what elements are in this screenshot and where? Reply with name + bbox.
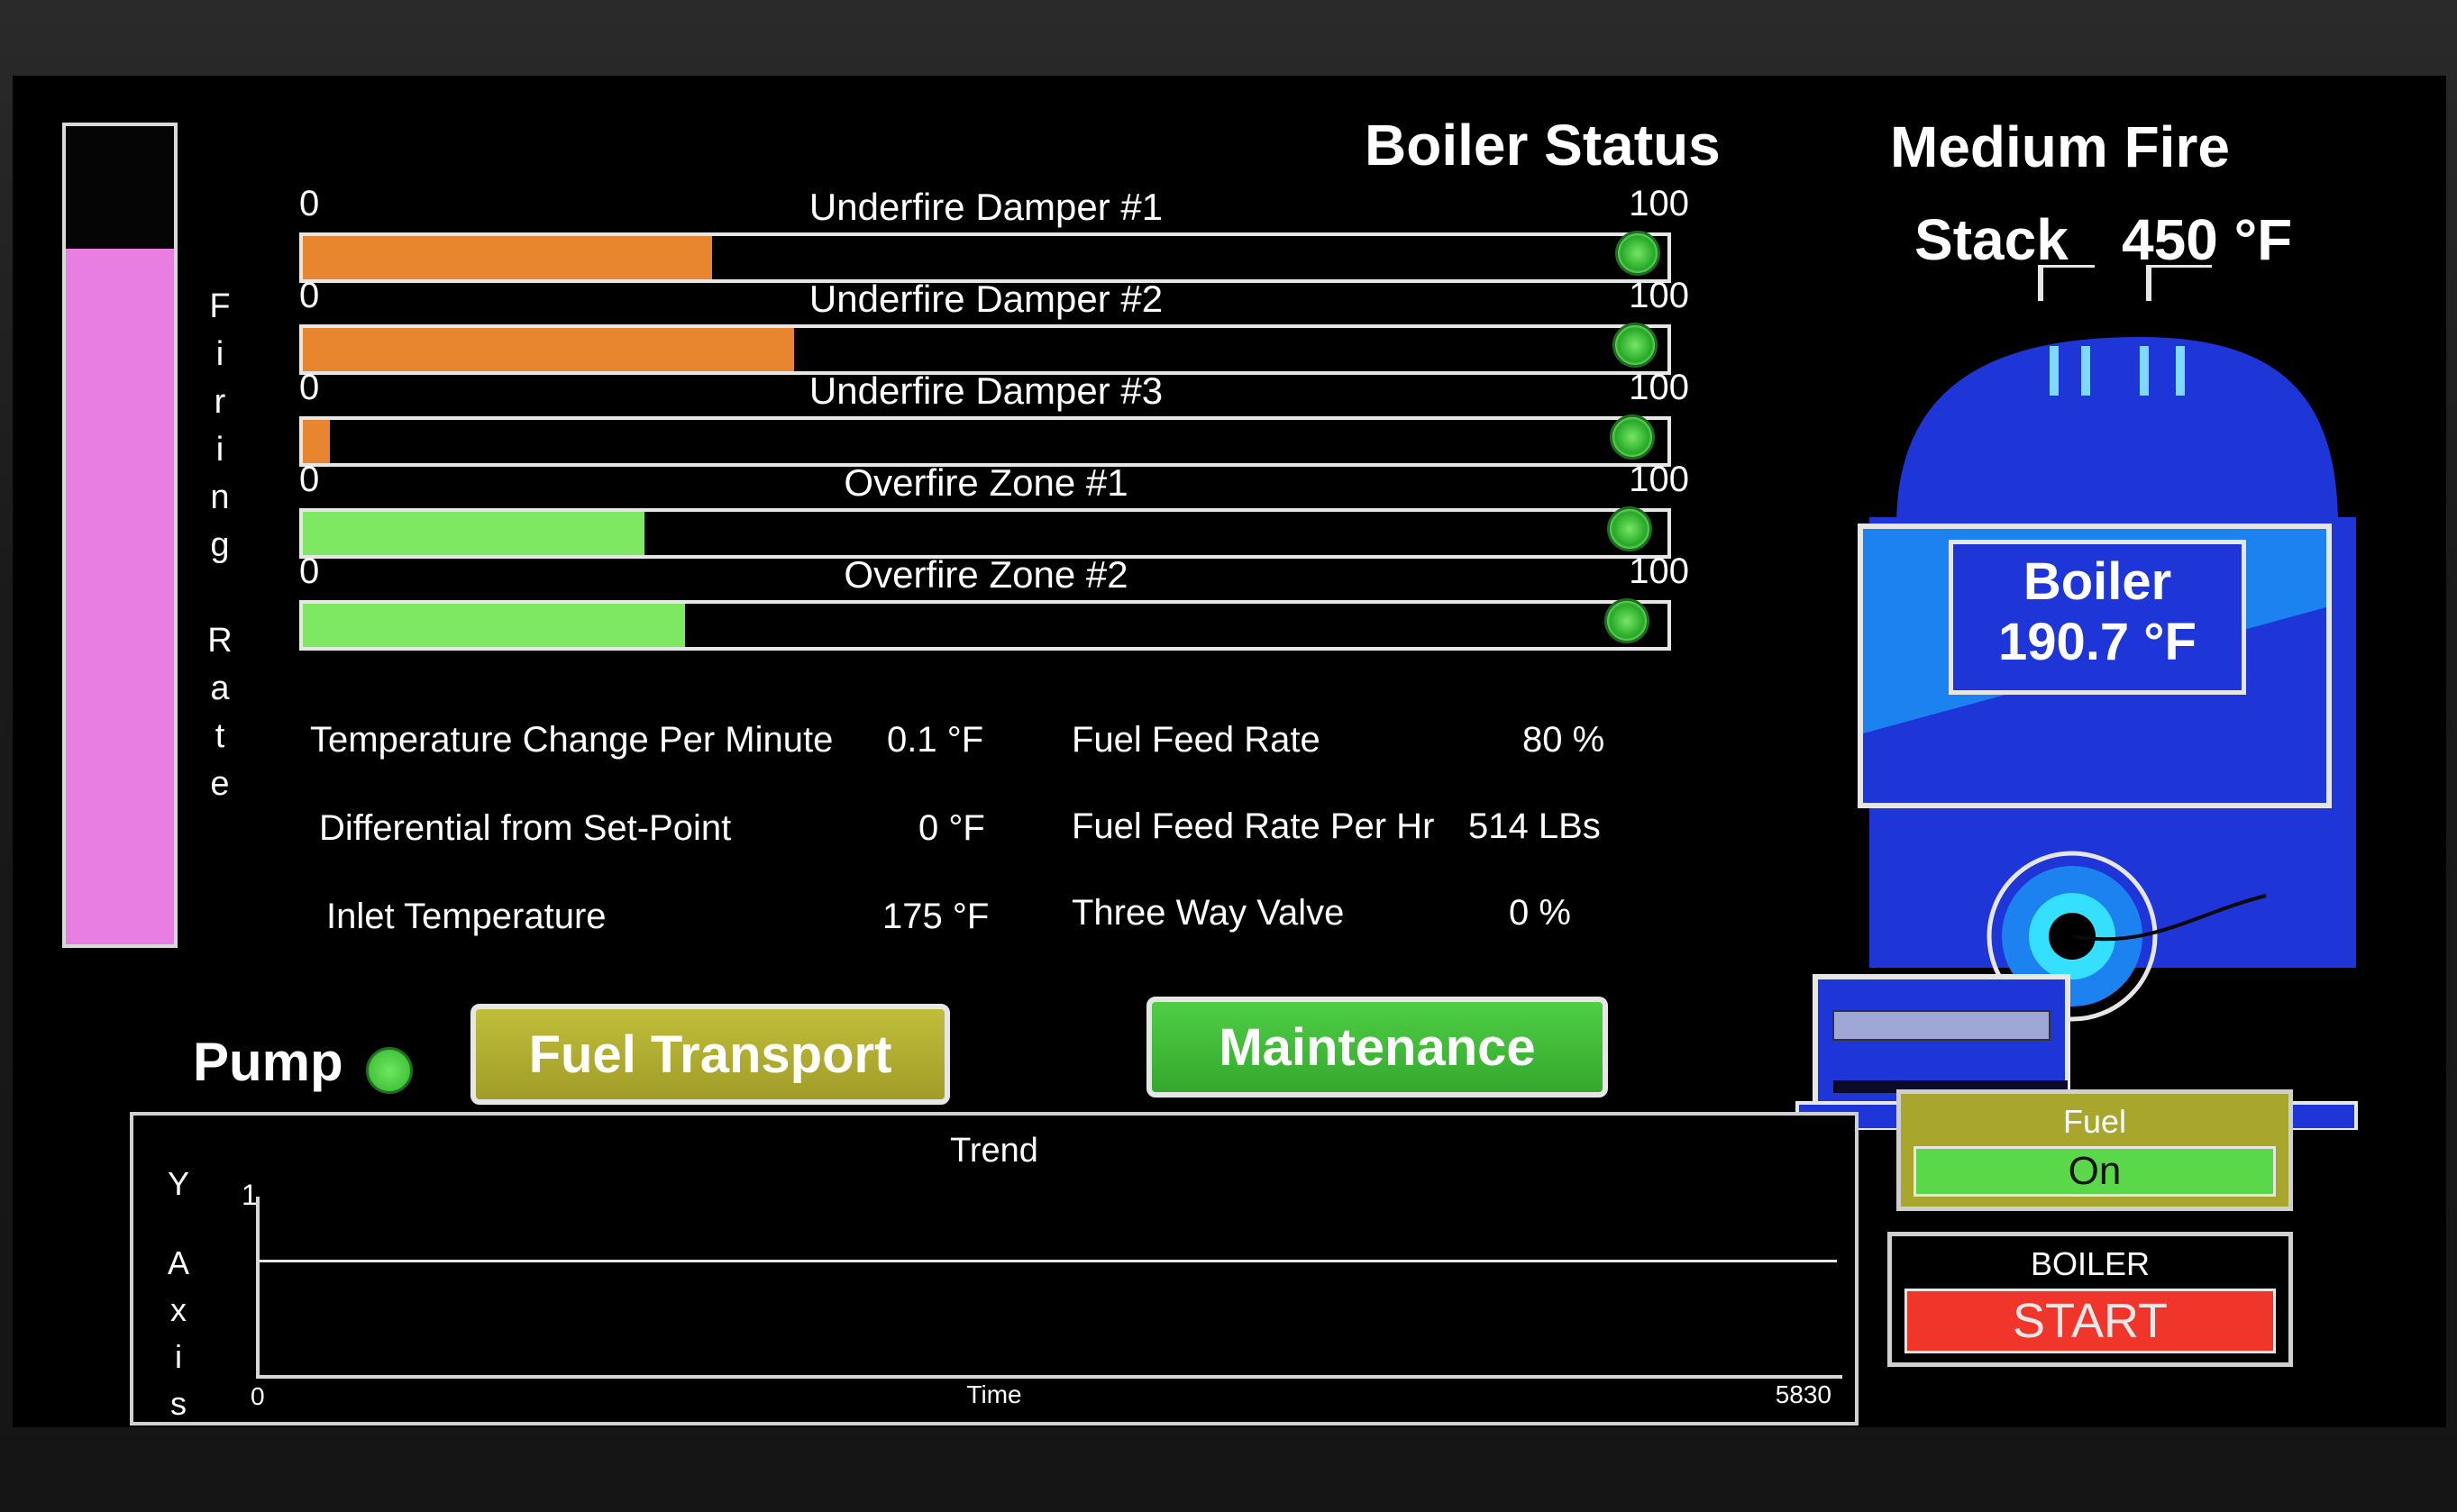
pump-status-icon [366, 1047, 413, 1094]
firing-rate-letter: F [209, 287, 231, 325]
trend-chart: Trend Y A x i s 1 0 Time 5830 [130, 1112, 1859, 1425]
stat-value: 0.1 °F [887, 720, 984, 760]
boiler-dome [1896, 337, 2338, 526]
y-axis-letter: i [175, 1338, 182, 1375]
y-axis-letter: x [170, 1291, 187, 1328]
stack-pipe-icon [2146, 265, 2212, 301]
stat-value: 175 °F [882, 897, 990, 936]
damper-max: 100 [1629, 368, 1689, 407]
trend-x-end: 5830 [1775, 1380, 1831, 1408]
damper-bar [299, 600, 1671, 651]
trend-series-line [260, 1260, 1837, 1262]
damper-bar-fill [303, 512, 644, 555]
stat-label: Differential from Set-Point [319, 808, 732, 848]
boiler-control: BOILER START [1887, 1232, 2293, 1367]
y-axis-letter: Y [167, 1165, 189, 1202]
status-led-icon [1615, 231, 1660, 276]
damper-label: Overfire Zone #2 [844, 553, 1128, 596]
trend-x-label: Time [966, 1380, 1022, 1408]
y-axis-letter: A [167, 1244, 189, 1281]
firing-rate-gauge [62, 123, 178, 948]
boiler-label: Boiler [2023, 552, 2172, 611]
damper-label: Underfire Damper #3 [808, 369, 1164, 412]
stat-value: 0 % [1509, 893, 1571, 933]
damper-max: 100 [1629, 460, 1689, 499]
stat-value: 514 LBs [1468, 806, 1601, 846]
damper-label: Underfire Damper #1 [808, 186, 1164, 228]
trend-title: Trend [950, 1132, 1038, 1170]
maintenance-button[interactable]: Maintenance [1146, 997, 1608, 1098]
damper-bar-fill [303, 420, 331, 463]
fuel-control-label: Fuel [2062, 1103, 2127, 1140]
firing-rate-letter: R [207, 622, 233, 660]
boiler-graphic [1795, 265, 2358, 1130]
damper-row: 0 Underfire Damper #1 100 [283, 184, 1689, 283]
stack-temp-value: 450 °F [2122, 207, 2293, 272]
damper-row: 0 Underfire Damper #2 100 [283, 276, 1689, 375]
firing-rate-label: F i r i n g R a t e [193, 283, 247, 808]
firing-rate-fill [66, 249, 174, 944]
damper-row: 0 Overfire Zone #2 100 [283, 551, 1689, 651]
damper-max: 100 [1629, 551, 1689, 591]
damper-bar-fill [303, 236, 713, 279]
damper-bar-fill [303, 604, 685, 647]
stat-label: Fuel Feed Rate [1072, 720, 1320, 760]
trend-y-axis [256, 1197, 260, 1377]
boiler-temp-box: Boiler 190.7 °F [1949, 540, 2246, 695]
status-led-icon [1604, 598, 1649, 643]
stat-label: Three Way Valve [1072, 893, 1345, 933]
stat-label: Fuel Feed Rate Per Hr [1072, 806, 1435, 846]
damper-label: Overfire Zone #1 [844, 461, 1128, 504]
fuel-transport-button[interactable]: Fuel Transport [470, 1004, 950, 1105]
damper-row: 0 Underfire Damper #3 100 [283, 368, 1689, 467]
fire-mode-label: Medium Fire [1890, 114, 2230, 179]
firing-rate-letter: r [214, 383, 226, 421]
stack-pipe-icon [2038, 265, 2095, 301]
fuel-control: Fuel On [1896, 1089, 2293, 1211]
page-title: Boiler Status [1365, 113, 1721, 178]
status-led-icon [1607, 506, 1652, 551]
firing-rate-gap [193, 569, 247, 617]
trend-x-axis [256, 1375, 1842, 1379]
status-led-icon [1610, 414, 1655, 460]
hopper-window [1832, 1010, 2051, 1041]
firing-rate-letter: a [210, 669, 230, 707]
status-led-icon [1612, 323, 1658, 368]
stat-value: 80 % [1522, 720, 1605, 760]
fuel-on-toggle[interactable]: On [1914, 1146, 2276, 1197]
firing-rate-letter: g [210, 526, 230, 564]
damper-label: Underfire Damper #2 [808, 278, 1164, 320]
stack-label: Stack [1914, 207, 2069, 272]
hmi-screen: F i r i n g R a t e Boiler Status Medium… [13, 76, 2446, 1427]
firing-rate-letter: i [215, 431, 224, 469]
firing-rate-letter: i [215, 335, 224, 373]
firing-rate-letter: t [215, 717, 225, 755]
firing-rate-letter: n [210, 478, 230, 516]
stat-label: Temperature Change Per Minute [310, 720, 834, 760]
stat-label: Inlet Temperature [326, 897, 607, 936]
boiler-start-button[interactable]: START [1904, 1289, 2276, 1353]
damper-bar-fill [303, 328, 795, 371]
damper-row: 0 Overfire Zone #1 100 [283, 460, 1689, 559]
damper-max: 100 [1629, 184, 1689, 223]
y-axis-gap [151, 1207, 206, 1240]
damper-max: 100 [1629, 276, 1689, 315]
stat-value: 0 °F [918, 808, 985, 848]
pump-label: Pump [193, 1032, 343, 1092]
boiler-control-label: BOILER [2030, 1245, 2151, 1282]
boiler-temp-value: 190.7 °F [1998, 613, 2197, 671]
firing-rate-letter: e [210, 765, 230, 803]
